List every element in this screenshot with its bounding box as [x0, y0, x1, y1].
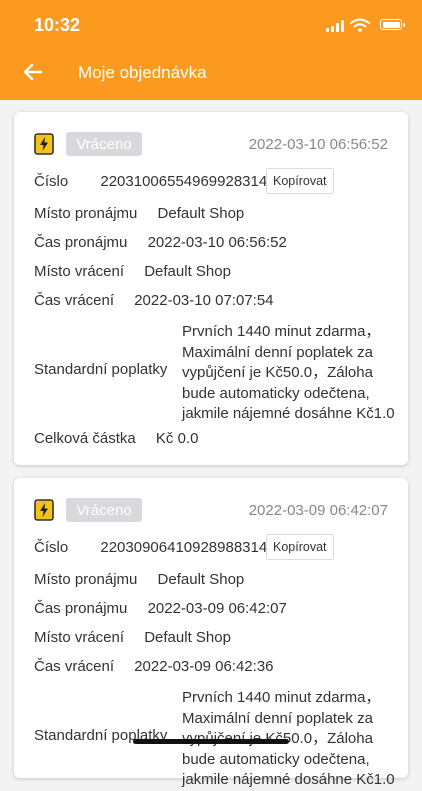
return-time: 2022-03-10 07:07:54: [134, 292, 274, 309]
rent-place: Default Shop: [157, 571, 245, 588]
rent-place-label: Místo pronájmu: [34, 205, 138, 222]
return-place-label: Místo vrácení: [34, 263, 125, 280]
rent-place-row: Místo pronájmu Default Shop: [34, 571, 244, 588]
return-time-label: Čas vrácení: [34, 292, 115, 309]
order-datetime: 2022-03-09 06:42:07: [248, 502, 388, 519]
status-badge: Vráceno: [66, 498, 142, 522]
order-number-label: Číslo: [34, 173, 69, 190]
order-number-label: Číslo: [34, 539, 69, 556]
return-place-label: Místo vrácení: [34, 629, 125, 646]
total-row: Celková částka Kč 0.0: [34, 430, 198, 447]
fees-text: Prvních 1440 minut zdarma，Maximální denn…: [182, 323, 395, 422]
back-arrow-icon[interactable]: [19, 58, 47, 86]
return-time: 2022-03-09 06:42:36: [134, 658, 274, 675]
copy-button[interactable]: Kopírovat: [266, 534, 334, 560]
order-number: 22030906410928988314: [100, 539, 268, 556]
app-bar: Moje objednávka: [0, 44, 422, 100]
rent-time-row: Čas pronájmu 2022-03-10 06:56:52: [34, 234, 287, 251]
rent-place: Default Shop: [157, 205, 245, 222]
rent-place-row: Místo pronájmu Default Shop: [34, 205, 244, 222]
return-place: Default Shop: [144, 263, 231, 280]
total-amount: Kč 0.0: [155, 430, 199, 447]
order-card[interactable]: Vráceno 2022-03-09 06:42:07 Číslo 220309…: [14, 478, 408, 788]
return-time-row: Čas vrácení 2022-03-10 07:07:54: [34, 292, 274, 309]
rent-time: 2022-03-10 06:56:52: [147, 234, 287, 251]
return-time-row: Čas vrácení 2022-03-09 06:42:36: [34, 658, 274, 675]
power-bank-icon: [34, 499, 54, 521]
total-label: Celková částka: [34, 430, 136, 447]
wifi-icon: [350, 18, 370, 32]
home-indicator: [133, 739, 289, 744]
fees-label: Standardní poplatky: [34, 361, 168, 378]
page-title: Moje objednávka: [78, 63, 207, 82]
order-card[interactable]: Vráceno 2022-03-10 06:56:52 Číslo 220310…: [14, 112, 408, 465]
rent-time: 2022-03-09 06:42:07: [147, 600, 287, 617]
copy-button[interactable]: Kopírovat: [266, 168, 334, 194]
power-bank-icon: [34, 133, 54, 155]
return-time-label: Čas vrácení: [34, 658, 115, 675]
order-number-row: Číslo 22031006554969928314: [34, 173, 267, 190]
battery-icon: [380, 19, 405, 30]
order-number-row: Číslo 22030906410928988314: [34, 539, 267, 556]
rent-time-label: Čas pronájmu: [34, 600, 128, 617]
order-datetime: 2022-03-10 06:56:52: [248, 136, 388, 153]
cellular-signal-icon: [326, 20, 344, 32]
return-place-row: Místo vrácení Default Shop: [34, 629, 231, 646]
rent-time-label: Čas pronájmu: [34, 234, 128, 251]
status-time: 10:32: [34, 15, 81, 35]
status-bar: 10:32: [0, 0, 422, 44]
rent-time-row: Čas pronájmu 2022-03-09 06:42:07: [34, 600, 287, 617]
rent-place-label: Místo pronájmu: [34, 571, 138, 588]
status-badge: Vráceno: [66, 132, 142, 156]
return-place: Default Shop: [144, 629, 231, 646]
return-place-row: Místo vrácení Default Shop: [34, 263, 231, 280]
order-number: 22031006554969928314: [100, 173, 268, 190]
